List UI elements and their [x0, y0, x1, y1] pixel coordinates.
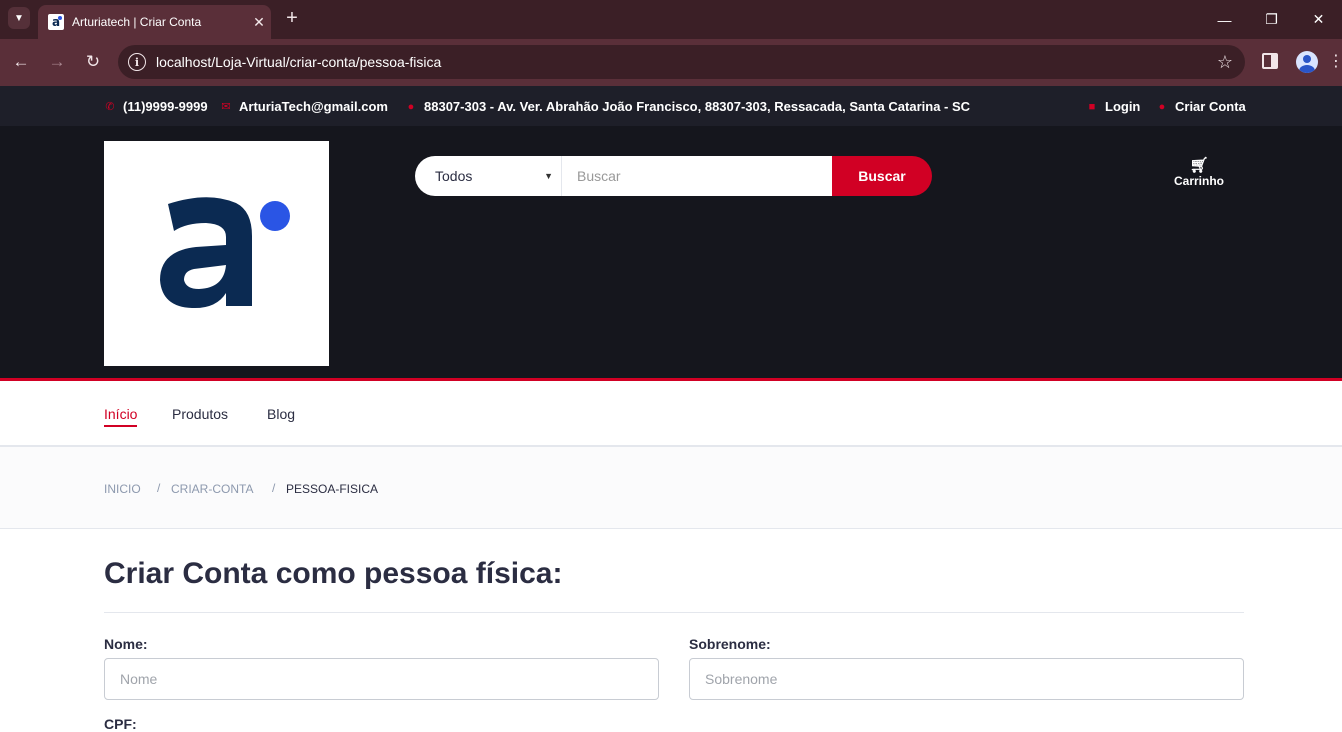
profile-avatar-icon[interactable]	[1296, 51, 1318, 73]
arturiatech-logo-icon	[160, 197, 290, 309]
address-text: 88307-303 - Av. Ver. Abrahão João Franci…	[424, 99, 971, 114]
cart-button[interactable]: 🛒︎ Carrinho	[1163, 156, 1235, 188]
breadcrumb: INICIO / CRIAR-CONTA / PESSOA-FISICA	[0, 447, 1342, 529]
favicon-icon: a	[48, 14, 64, 30]
phone-icon: ✆	[105, 101, 115, 113]
new-tab-button[interactable]: +	[282, 8, 302, 28]
phone-contact: ✆ (11)9999-9999	[104, 99, 208, 114]
map-marker-icon: ●	[407, 100, 415, 113]
breadcrumb-item-pessoa-fisica: PESSOA-FISICA	[286, 482, 379, 496]
cpf-label: CPF:	[104, 716, 137, 732]
site-info-icon[interactable]: i	[128, 53, 146, 71]
create-account-link[interactable]: ● Criar Conta	[1156, 99, 1246, 114]
phone-text: (11)9999-9999	[123, 99, 208, 114]
top-info-strip: ✆ (11)9999-9999 ✉ ArturiaTech@gmail.com …	[0, 86, 1342, 126]
login-link[interactable]: ■ Login	[1086, 99, 1141, 114]
search-input[interactable]: Buscar	[562, 156, 832, 196]
url-text[interactable]: localhost/Loja-Virtual/criar-conta/pesso…	[156, 54, 1205, 70]
user-icon: ●	[1158, 100, 1166, 113]
browser-tab-strip: ▼ a Arturiatech | Criar Conta ✕ + — ❐ ✕	[0, 0, 1342, 39]
cart-label: Carrinho	[1173, 174, 1224, 188]
site-header: Todos ▼ Buscar Buscar 🛒︎ Carrinho	[0, 126, 1342, 381]
side-panel-icon[interactable]	[1262, 53, 1278, 69]
nav-item-inicio[interactable]: Início	[104, 406, 138, 427]
minimize-button[interactable]: —	[1201, 0, 1248, 39]
category-select-value: Todos	[435, 168, 473, 184]
bookmark-star-icon[interactable]: ☆	[1205, 52, 1245, 73]
breadcrumb-item-criar-conta[interactable]: CRIAR-CONTA	[171, 482, 253, 496]
tab-search-button[interactable]: ▼	[8, 7, 30, 29]
browser-toolbar: ← → ↻ i localhost/Loja-Virtual/criar-con…	[0, 39, 1342, 86]
envelope-icon: ✉	[221, 101, 231, 113]
sobrenome-field[interactable]	[689, 658, 1244, 700]
main-navigation: Início Produtos Blog	[0, 384, 1342, 447]
login-text[interactable]: Login	[1105, 99, 1140, 114]
back-button[interactable]: ←	[10, 51, 32, 73]
email-text: ArturiaTech@gmail.com	[239, 99, 388, 114]
search-button[interactable]: Buscar	[832, 156, 932, 196]
restore-button[interactable]: ❐	[1248, 0, 1295, 39]
site-logo[interactable]	[104, 141, 329, 366]
browser-menu-icon[interactable]: ⋮	[1328, 51, 1342, 73]
address-contact: ● 88307-303 - Av. Ver. Abrahão João Fran…	[405, 99, 970, 114]
nome-label: Nome:	[104, 636, 148, 652]
breadcrumb-separator: /	[157, 481, 161, 495]
close-window-button[interactable]: ✕	[1295, 0, 1342, 39]
window-controls: — ❐ ✕	[1201, 0, 1342, 39]
forward-button[interactable]: →	[46, 51, 68, 73]
tab-title: Arturiatech | Criar Conta	[72, 15, 202, 29]
breadcrumb-item-inicio[interactable]: INICIO	[104, 482, 141, 496]
search-placeholder: Buscar	[577, 168, 621, 184]
reload-button[interactable]: ↻	[82, 51, 104, 73]
nav-item-blog[interactable]: Blog	[267, 406, 295, 425]
category-select[interactable]: Todos ▼	[415, 156, 562, 196]
nav-item-produtos[interactable]: Produtos	[172, 406, 228, 425]
browser-tab[interactable]: a Arturiatech | Criar Conta ✕	[38, 5, 271, 39]
page-title: Criar Conta como pessoa física:	[104, 557, 563, 590]
chevron-down-icon: ▼	[544, 171, 553, 181]
lock-icon: ■	[1088, 100, 1096, 113]
address-bar[interactable]: i localhost/Loja-Virtual/criar-conta/pes…	[118, 45, 1245, 79]
search-bar: Todos ▼ Buscar Buscar	[415, 156, 932, 196]
nome-field[interactable]	[104, 658, 659, 700]
create-account-text[interactable]: Criar Conta	[1175, 99, 1246, 114]
breadcrumb-separator: /	[272, 481, 276, 495]
sobrenome-label: Sobrenome:	[689, 636, 771, 652]
close-tab-icon[interactable]: ✕	[247, 14, 271, 31]
title-divider	[104, 612, 1244, 613]
shopping-cart-icon: 🛒︎	[1189, 157, 1209, 174]
email-contact: ✉ ArturiaTech@gmail.com	[220, 99, 388, 114]
